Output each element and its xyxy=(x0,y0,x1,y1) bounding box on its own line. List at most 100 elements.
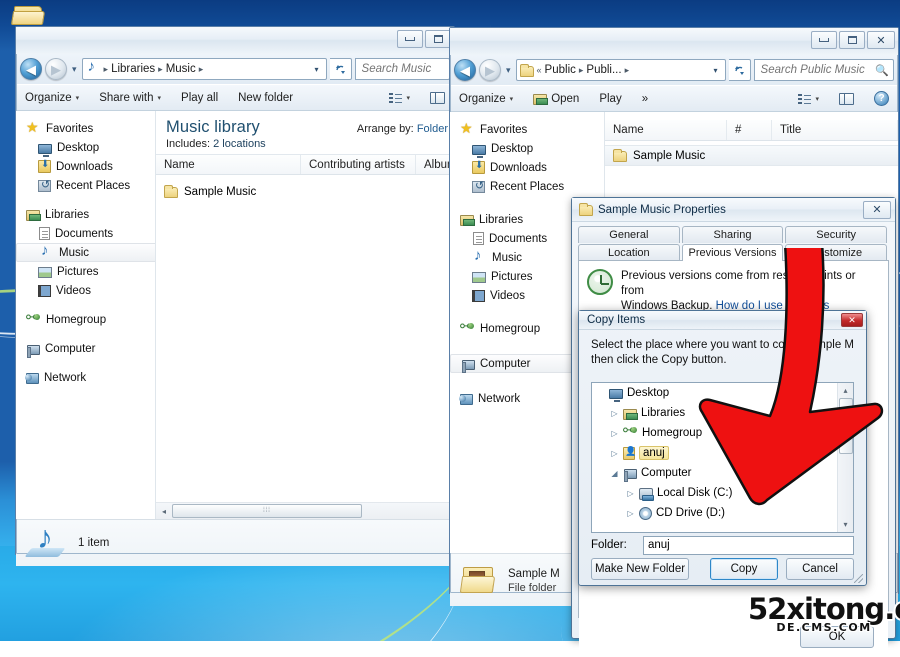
help-button[interactable]: ? xyxy=(871,89,892,108)
close-button[interactable]: ✕ xyxy=(841,313,863,327)
breadcrumb-music[interactable]: Music xyxy=(164,62,198,76)
tree-node-anuj[interactable]: ▷ anuj xyxy=(592,443,853,463)
play-all-button[interactable]: Play all xyxy=(178,90,221,106)
breadcrumb-bar-public[interactable]: « Public ▸ Publi... ▸ ▾ xyxy=(515,59,726,81)
preview-pane-button[interactable] xyxy=(836,91,857,107)
twisty-icon[interactable]: ▷ xyxy=(626,489,635,498)
navigation-pane-music[interactable]: Favorites Desktop Downloads Recent Place… xyxy=(16,111,156,519)
twisty-icon[interactable]: ▷ xyxy=(610,409,619,418)
column-header-number[interactable]: # xyxy=(727,120,772,140)
make-new-folder-button[interactable]: Make New Folder xyxy=(591,558,689,580)
titlebar-public[interactable]: ✕ xyxy=(450,28,898,55)
column-header-name[interactable]: Name ⌃ xyxy=(156,155,301,174)
change-view-button[interactable]: ▾ xyxy=(795,91,822,107)
open-button[interactable]: Open xyxy=(530,90,582,107)
preview-pane-button[interactable] xyxy=(427,90,448,106)
tab-customize[interactable]: Customize xyxy=(785,244,888,261)
sidebar-group-libraries[interactable]: Libraries xyxy=(16,205,155,224)
copy-items-titlebar[interactable]: Copy Items ✕ xyxy=(579,311,866,330)
chevron-down-icon[interactable]: ▾ xyxy=(504,65,513,76)
sidebar-item-documents[interactable]: Documents xyxy=(16,224,155,243)
tab-general[interactable]: General xyxy=(578,226,680,243)
breadcrumb-dropdown-icon[interactable]: ▾ xyxy=(310,65,324,74)
chevron-down-icon[interactable]: ▾ xyxy=(70,64,79,75)
more-commands-button[interactable]: » xyxy=(639,91,651,107)
breadcrumb-overflow-icon[interactable]: « xyxy=(536,65,543,75)
file-list-pane-music[interactable]: Music library Includes: 2 locations Arra… xyxy=(156,111,454,519)
search-box-music[interactable] xyxy=(354,58,450,80)
tree-node-cd-drive[interactable]: ▷ CD Drive (D:) xyxy=(592,503,853,523)
sidebar-item-videos[interactable]: Videos xyxy=(16,281,155,300)
column-header-artists[interactable]: Contributing artists xyxy=(301,155,416,174)
back-arrow-icon[interactable]: ◀ xyxy=(20,58,42,80)
organize-button[interactable]: Organize ▾ xyxy=(22,90,82,106)
organize-button[interactable]: Organize ▾ xyxy=(456,91,516,107)
table-row[interactable]: Sample Music xyxy=(605,145,898,166)
play-button[interactable]: Play xyxy=(596,91,624,107)
sidebar-group-favorites[interactable]: Favorites xyxy=(16,119,155,138)
row-name-cell[interactable]: Sample Music xyxy=(605,149,727,162)
explorer-window-music[interactable]: ◀ ▶ ▾ ▸ Libraries ▸ Music ▸ ▾ Organize ▾ xyxy=(15,26,455,566)
tab-previous-versions[interactable]: Previous Versions xyxy=(681,244,784,261)
minimize-button[interactable] xyxy=(397,30,423,48)
share-with-button[interactable]: Share with ▾ xyxy=(96,90,164,106)
scrollbar-thumb[interactable]: ≡ xyxy=(838,398,853,454)
tree-node-libraries[interactable]: ▷ Libraries xyxy=(592,403,853,423)
sidebar-item-recent-places[interactable]: Recent Places xyxy=(450,177,604,196)
tree-vertical-scrollbar[interactable]: ▴ ≡ ▾ xyxy=(837,383,853,532)
twisty-icon[interactable]: ▷ xyxy=(610,429,619,438)
cancel-button[interactable]: Cancel xyxy=(786,558,854,580)
maximize-button[interactable] xyxy=(839,31,865,49)
resize-grip[interactable] xyxy=(854,574,863,583)
sidebar-item-recent-places[interactable]: Recent Places xyxy=(16,176,155,195)
minimize-button[interactable] xyxy=(811,31,837,49)
sidebar-item-homegroup[interactable]: Homegroup xyxy=(16,309,155,329)
breadcrumb-dropdown-icon[interactable]: ▾ xyxy=(709,66,723,75)
includes-value[interactable]: 2 locations xyxy=(213,138,266,150)
titlebar-music[interactable] xyxy=(16,27,454,54)
refresh-icon[interactable] xyxy=(329,58,352,80)
breadcrumb-public-music[interactable]: Publi... xyxy=(584,63,623,77)
scroll-left-button[interactable]: ◂ xyxy=(156,503,172,519)
copy-items-dialog[interactable]: Copy Items ✕ Select the place where you … xyxy=(578,310,867,586)
search-box-public[interactable]: 🔍 xyxy=(753,59,894,81)
row-name-cell[interactable]: Sample Music xyxy=(156,185,301,198)
forward-arrow-icon[interactable]: ▶ xyxy=(479,59,501,81)
column-header-title[interactable]: Title xyxy=(772,120,898,140)
properties-titlebar[interactable]: Sample Music Properties ✕ xyxy=(572,198,895,222)
ok-button[interactable]: OK xyxy=(800,626,874,648)
sidebar-item-downloads[interactable]: Downloads xyxy=(16,157,155,176)
search-input-music[interactable] xyxy=(359,62,445,76)
table-row[interactable]: Sample Music xyxy=(156,181,454,202)
tree-node-local-disk[interactable]: ▷ Local Disk (C:) xyxy=(592,483,853,503)
back-arrow-icon[interactable]: ◀ xyxy=(454,59,476,81)
twisty-icon[interactable]: ◢ xyxy=(610,469,619,478)
column-header-name[interactable]: Name ⌃ xyxy=(605,120,727,140)
refresh-icon[interactable] xyxy=(728,59,751,81)
sidebar-item-desktop[interactable]: Desktop xyxy=(450,139,604,158)
close-button[interactable]: ✕ xyxy=(867,31,895,49)
sidebar-item-computer[interactable]: Computer xyxy=(16,339,155,358)
tab-location[interactable]: Location xyxy=(578,244,680,261)
tab-security[interactable]: Security xyxy=(785,226,888,243)
breadcrumb-public[interactable]: Public xyxy=(543,63,578,77)
change-view-button[interactable]: ▾ xyxy=(386,90,413,106)
sidebar-item-pictures[interactable]: Pictures xyxy=(16,262,155,281)
tab-sharing[interactable]: Sharing xyxy=(681,226,784,243)
breadcrumb-bar-music[interactable]: ▸ Libraries ▸ Music ▸ ▾ xyxy=(81,58,327,80)
sidebar-item-downloads[interactable]: Downloads xyxy=(450,158,604,177)
search-input-public[interactable] xyxy=(758,63,876,77)
twisty-icon[interactable]: ▷ xyxy=(610,449,619,458)
folder-input[interactable] xyxy=(643,535,854,555)
magnifier-icon[interactable]: 🔍 xyxy=(875,64,889,77)
scrollbar-thumb[interactable]: ⦙⦙⦙ xyxy=(172,504,362,518)
new-folder-button[interactable]: New folder xyxy=(235,90,296,106)
maximize-button[interactable] xyxy=(425,30,451,48)
sidebar-item-network[interactable]: Network xyxy=(16,368,155,387)
scroll-down-button[interactable]: ▾ xyxy=(838,517,853,532)
destination-tree[interactable]: Desktop ▷ Libraries ▷ Homegroup ▷ anuj ◢… xyxy=(591,382,854,533)
sidebar-item-desktop[interactable]: Desktop xyxy=(16,138,155,157)
close-button[interactable]: ✕ xyxy=(863,200,891,219)
tree-node-computer[interactable]: ◢ Computer xyxy=(592,463,853,483)
tree-node-desktop[interactable]: Desktop xyxy=(592,383,853,403)
